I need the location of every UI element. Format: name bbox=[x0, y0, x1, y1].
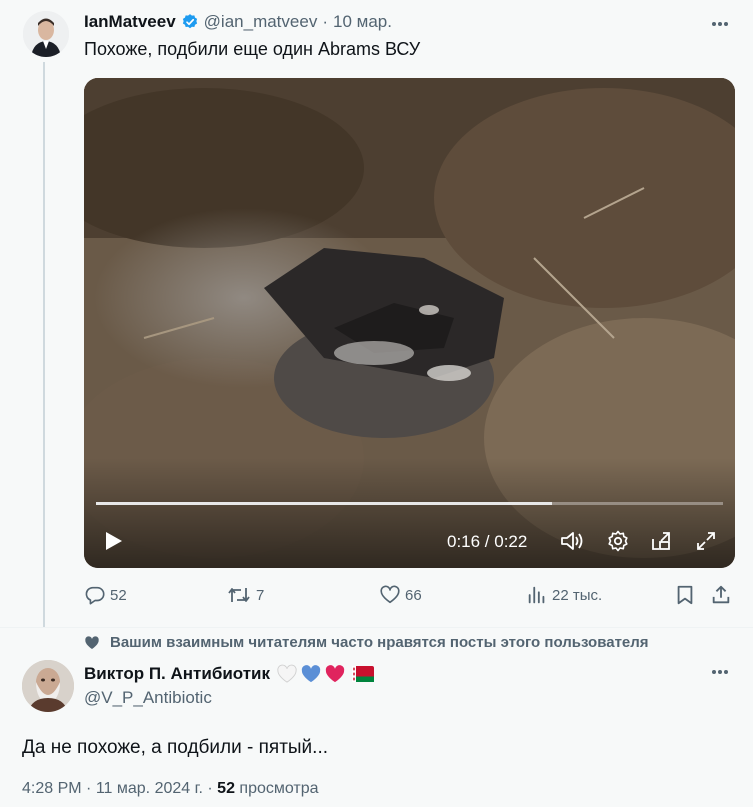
heart-icon bbox=[379, 584, 401, 606]
meta-separator: · bbox=[86, 780, 92, 797]
author-name[interactable]: IanMatveev bbox=[84, 12, 176, 32]
video-progress-track[interactable] bbox=[96, 502, 723, 505]
header-separator: · bbox=[322, 12, 328, 31]
bookmark-icon[interactable] bbox=[674, 584, 696, 606]
video-player[interactable]: 0:16 / 0:22 bbox=[84, 78, 735, 568]
reply-text: Да не похоже, а подбили - пятый... bbox=[22, 737, 329, 758]
reply-button[interactable]: 52 bbox=[84, 584, 127, 606]
reply-header: Виктор П. Антибиотик bbox=[84, 664, 375, 684]
author-avatar[interactable] bbox=[23, 11, 69, 57]
tweet-actions: 52 7 66 22 тыс. bbox=[84, 584, 734, 614]
reply-date[interactable]: 11 мар. 2024 г. bbox=[96, 780, 203, 797]
repost-button[interactable]: 7 bbox=[226, 584, 264, 606]
social-context-text: Вашим взаимным читателям часто нравятся … bbox=[110, 634, 649, 651]
reply-views-count: 52 bbox=[217, 780, 235, 797]
video-time: 0:16 / 0:22 bbox=[447, 532, 528, 551]
reply-author-name[interactable]: Виктор П. Антибиотик bbox=[84, 664, 270, 684]
like-count: 66 bbox=[405, 586, 422, 604]
reply-count: 52 bbox=[110, 586, 127, 604]
tweet-date[interactable]: 10 мар. bbox=[333, 12, 392, 32]
meta-separator-2: · bbox=[207, 780, 213, 797]
video-controls: 0:16 / 0:22 bbox=[84, 520, 735, 560]
video-progress-fill bbox=[96, 502, 552, 505]
author-handle[interactable]: @ian_matveev bbox=[204, 12, 318, 32]
red-heart-icon bbox=[324, 664, 346, 684]
heart-filled-icon bbox=[84, 635, 100, 651]
fullscreen-icon[interactable] bbox=[694, 529, 718, 553]
repost-icon bbox=[226, 584, 252, 606]
reply-time[interactable]: 4:28 PM bbox=[22, 780, 82, 797]
verified-badge-icon bbox=[181, 13, 199, 31]
reply-more-options-icon[interactable] bbox=[706, 662, 734, 682]
repost-count: 7 bbox=[256, 586, 265, 604]
tweet-text: Похоже, подбили еще один Abrams ВСУ bbox=[84, 39, 421, 59]
picture-in-picture-icon[interactable] bbox=[649, 529, 673, 553]
like-button[interactable]: 66 bbox=[379, 584, 422, 606]
belarus-flag-icon bbox=[352, 666, 375, 682]
views-chart-icon bbox=[526, 584, 548, 606]
white-heart-icon bbox=[276, 664, 298, 684]
thread-line bbox=[43, 62, 45, 627]
views-count: 22 тыс. bbox=[552, 586, 603, 604]
divider bbox=[0, 627, 753, 628]
play-icon[interactable] bbox=[102, 530, 124, 552]
tweet-header: IanMatveev @ian_matveev · 10 мар. bbox=[84, 12, 392, 32]
settings-gear-icon[interactable] bbox=[606, 529, 630, 553]
reply-icon bbox=[84, 584, 106, 606]
share-icon[interactable] bbox=[710, 584, 732, 606]
volume-icon[interactable] bbox=[559, 529, 585, 553]
social-context: Вашим взаимным читателям часто нравятся … bbox=[84, 634, 649, 651]
blue-heart-icon bbox=[300, 664, 322, 684]
reply-meta: 4:28 PM · 11 мар. 2024 г. · 52 просмотра bbox=[22, 780, 319, 798]
views-button[interactable]: 22 тыс. bbox=[526, 584, 602, 606]
reply-author-avatar[interactable] bbox=[22, 660, 74, 712]
reply-views-label: просмотра bbox=[239, 780, 319, 797]
more-options-icon[interactable] bbox=[706, 14, 734, 34]
reply-author-handle[interactable]: @V_P_Antibiotic bbox=[84, 688, 212, 708]
video-frame bbox=[84, 78, 735, 568]
